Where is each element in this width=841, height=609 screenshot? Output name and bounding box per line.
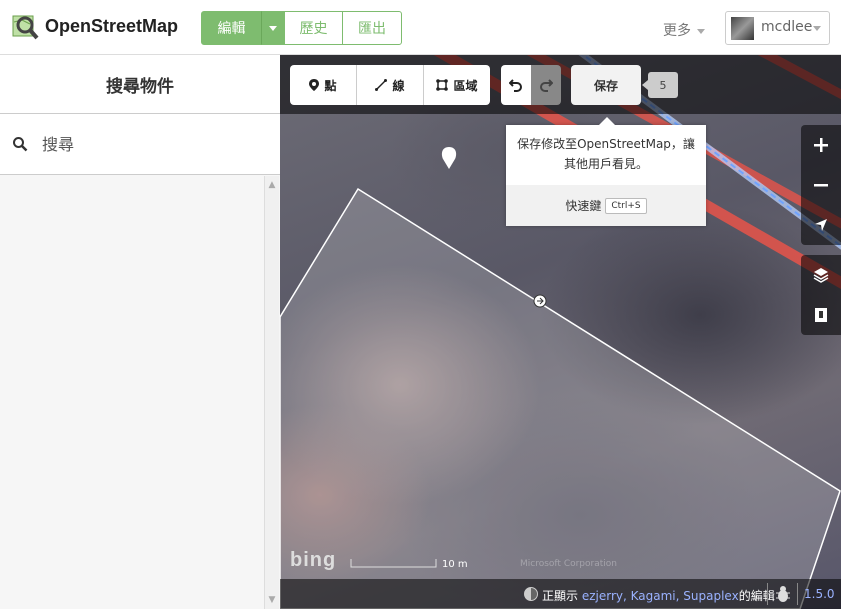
search-input[interactable] [40, 130, 260, 158]
shortcut-label: 快速鍵 [565, 199, 602, 213]
area-icon [436, 79, 449, 91]
pin-marker-icon[interactable] [441, 147, 457, 169]
chevron-down-icon [813, 26, 821, 31]
save-tooltip: 保存修改至OpenStreetMap，讓其他用戶看見。 快速鍵 Ctrl+S [506, 117, 706, 226]
zoom-in-button[interactable] [801, 125, 841, 165]
contributors-icon [524, 587, 538, 601]
map-footer: bing 10 m Microsoft Corporation 正顯示 ezje… [280, 549, 841, 609]
sidebar-scrollbar[interactable]: ▲ ▼ [264, 176, 279, 609]
imagery-attribution: Microsoft Corporation [520, 559, 617, 569]
minus-icon [814, 184, 828, 187]
user-menu[interactable]: mcdlee [725, 11, 830, 45]
background-layers-button[interactable] [801, 255, 841, 295]
version-link[interactable]: 1.5.0 [804, 587, 835, 601]
redo-icon [540, 79, 553, 92]
zoom-controls [801, 125, 841, 245]
export-button[interactable]: 匯出 [342, 11, 402, 45]
scroll-up-icon[interactable]: ▲ [266, 178, 278, 192]
redo-button[interactable] [531, 65, 561, 105]
shortcut-key: Ctrl+S [605, 197, 647, 214]
sidebar: 搜尋物件 ▲ ▼ [0, 55, 280, 609]
avatar [731, 17, 754, 40]
credits-text: 正顯示 ezjerry, Kagami, Supaplex的編輯 [542, 587, 775, 604]
zoom-out-button[interactable] [801, 165, 841, 205]
map-toolbar: 點 線 區域 保存 5 [280, 55, 841, 114]
search-icon [13, 137, 28, 152]
scroll-down-icon[interactable]: ▼ [266, 593, 278, 607]
sidebar-title: 搜尋物件 [0, 55, 280, 114]
mode-buttons: 點 線 區域 [290, 65, 490, 105]
scale-bar [350, 559, 437, 568]
undo-redo-group [501, 65, 561, 105]
layers-icon [813, 268, 829, 283]
plus-icon [814, 138, 828, 152]
panel-controls [801, 255, 841, 335]
divider [797, 583, 798, 605]
undo-icon [509, 79, 522, 92]
locate-arrow-icon [815, 219, 827, 231]
add-line-button[interactable]: 線 [357, 65, 424, 105]
pin-icon [309, 79, 320, 91]
history-button[interactable]: 歷史 [284, 11, 343, 45]
edit-dropdown-button[interactable] [261, 11, 284, 45]
changes-count-badge: 5 [642, 72, 678, 98]
save-button[interactable]: 保存 [571, 65, 641, 105]
username: mcdlee [761, 19, 813, 35]
more-menu[interactable]: 更多 [663, 20, 705, 40]
help-book-icon [815, 308, 827, 322]
geolocate-button[interactable] [801, 205, 841, 245]
save-tooltip-text: 保存修改至OpenStreetMap，讓其他用戶看見。 [517, 137, 695, 171]
line-icon [375, 79, 388, 91]
selected-area[interactable] [280, 187, 841, 609]
search-bar [0, 114, 280, 175]
imagery-logo: bing [290, 549, 337, 571]
add-area-button[interactable]: 區域 [424, 65, 490, 105]
brand-name[interactable]: OpenStreetMap [45, 16, 178, 37]
area-label: 區域 [453, 78, 478, 93]
chevron-down-icon [697, 28, 705, 34]
map-canvas[interactable]: 點 線 區域 保存 5 保存修改至OpenStreetMap，讓其他用戶看見。 [280, 55, 841, 609]
credits-bar: 正顯示 ezjerry, Kagami, Supaplex的編輯 1.5.0 [280, 579, 841, 609]
undo-button[interactable] [501, 65, 531, 105]
more-label: 更多 [663, 23, 691, 39]
scale-label: 10 m [442, 559, 468, 570]
top-header: OpenStreetMap 編輯 歷史 匯出 更多 mcdlee [0, 0, 841, 55]
divider [767, 583, 768, 605]
add-point-button[interactable]: 點 [290, 65, 357, 105]
line-label: 線 [392, 78, 405, 93]
point-label: 點 [324, 78, 337, 93]
credits-suffix: 的編輯 [738, 589, 775, 603]
help-button[interactable] [801, 295, 841, 335]
credits-users-link[interactable]: ezjerry, Kagami, Supaplex [582, 589, 739, 603]
save-tooltip-shortcut: 快速鍵 Ctrl+S [506, 185, 706, 226]
midpoint-handle-icon[interactable] [533, 294, 547, 308]
osm-logo-icon[interactable] [10, 12, 40, 42]
credits-prefix: 正顯示 [542, 589, 579, 603]
bug-icon[interactable] [774, 584, 792, 604]
chevron-down-icon [268, 25, 277, 31]
edit-button[interactable]: 編輯 [201, 11, 262, 45]
